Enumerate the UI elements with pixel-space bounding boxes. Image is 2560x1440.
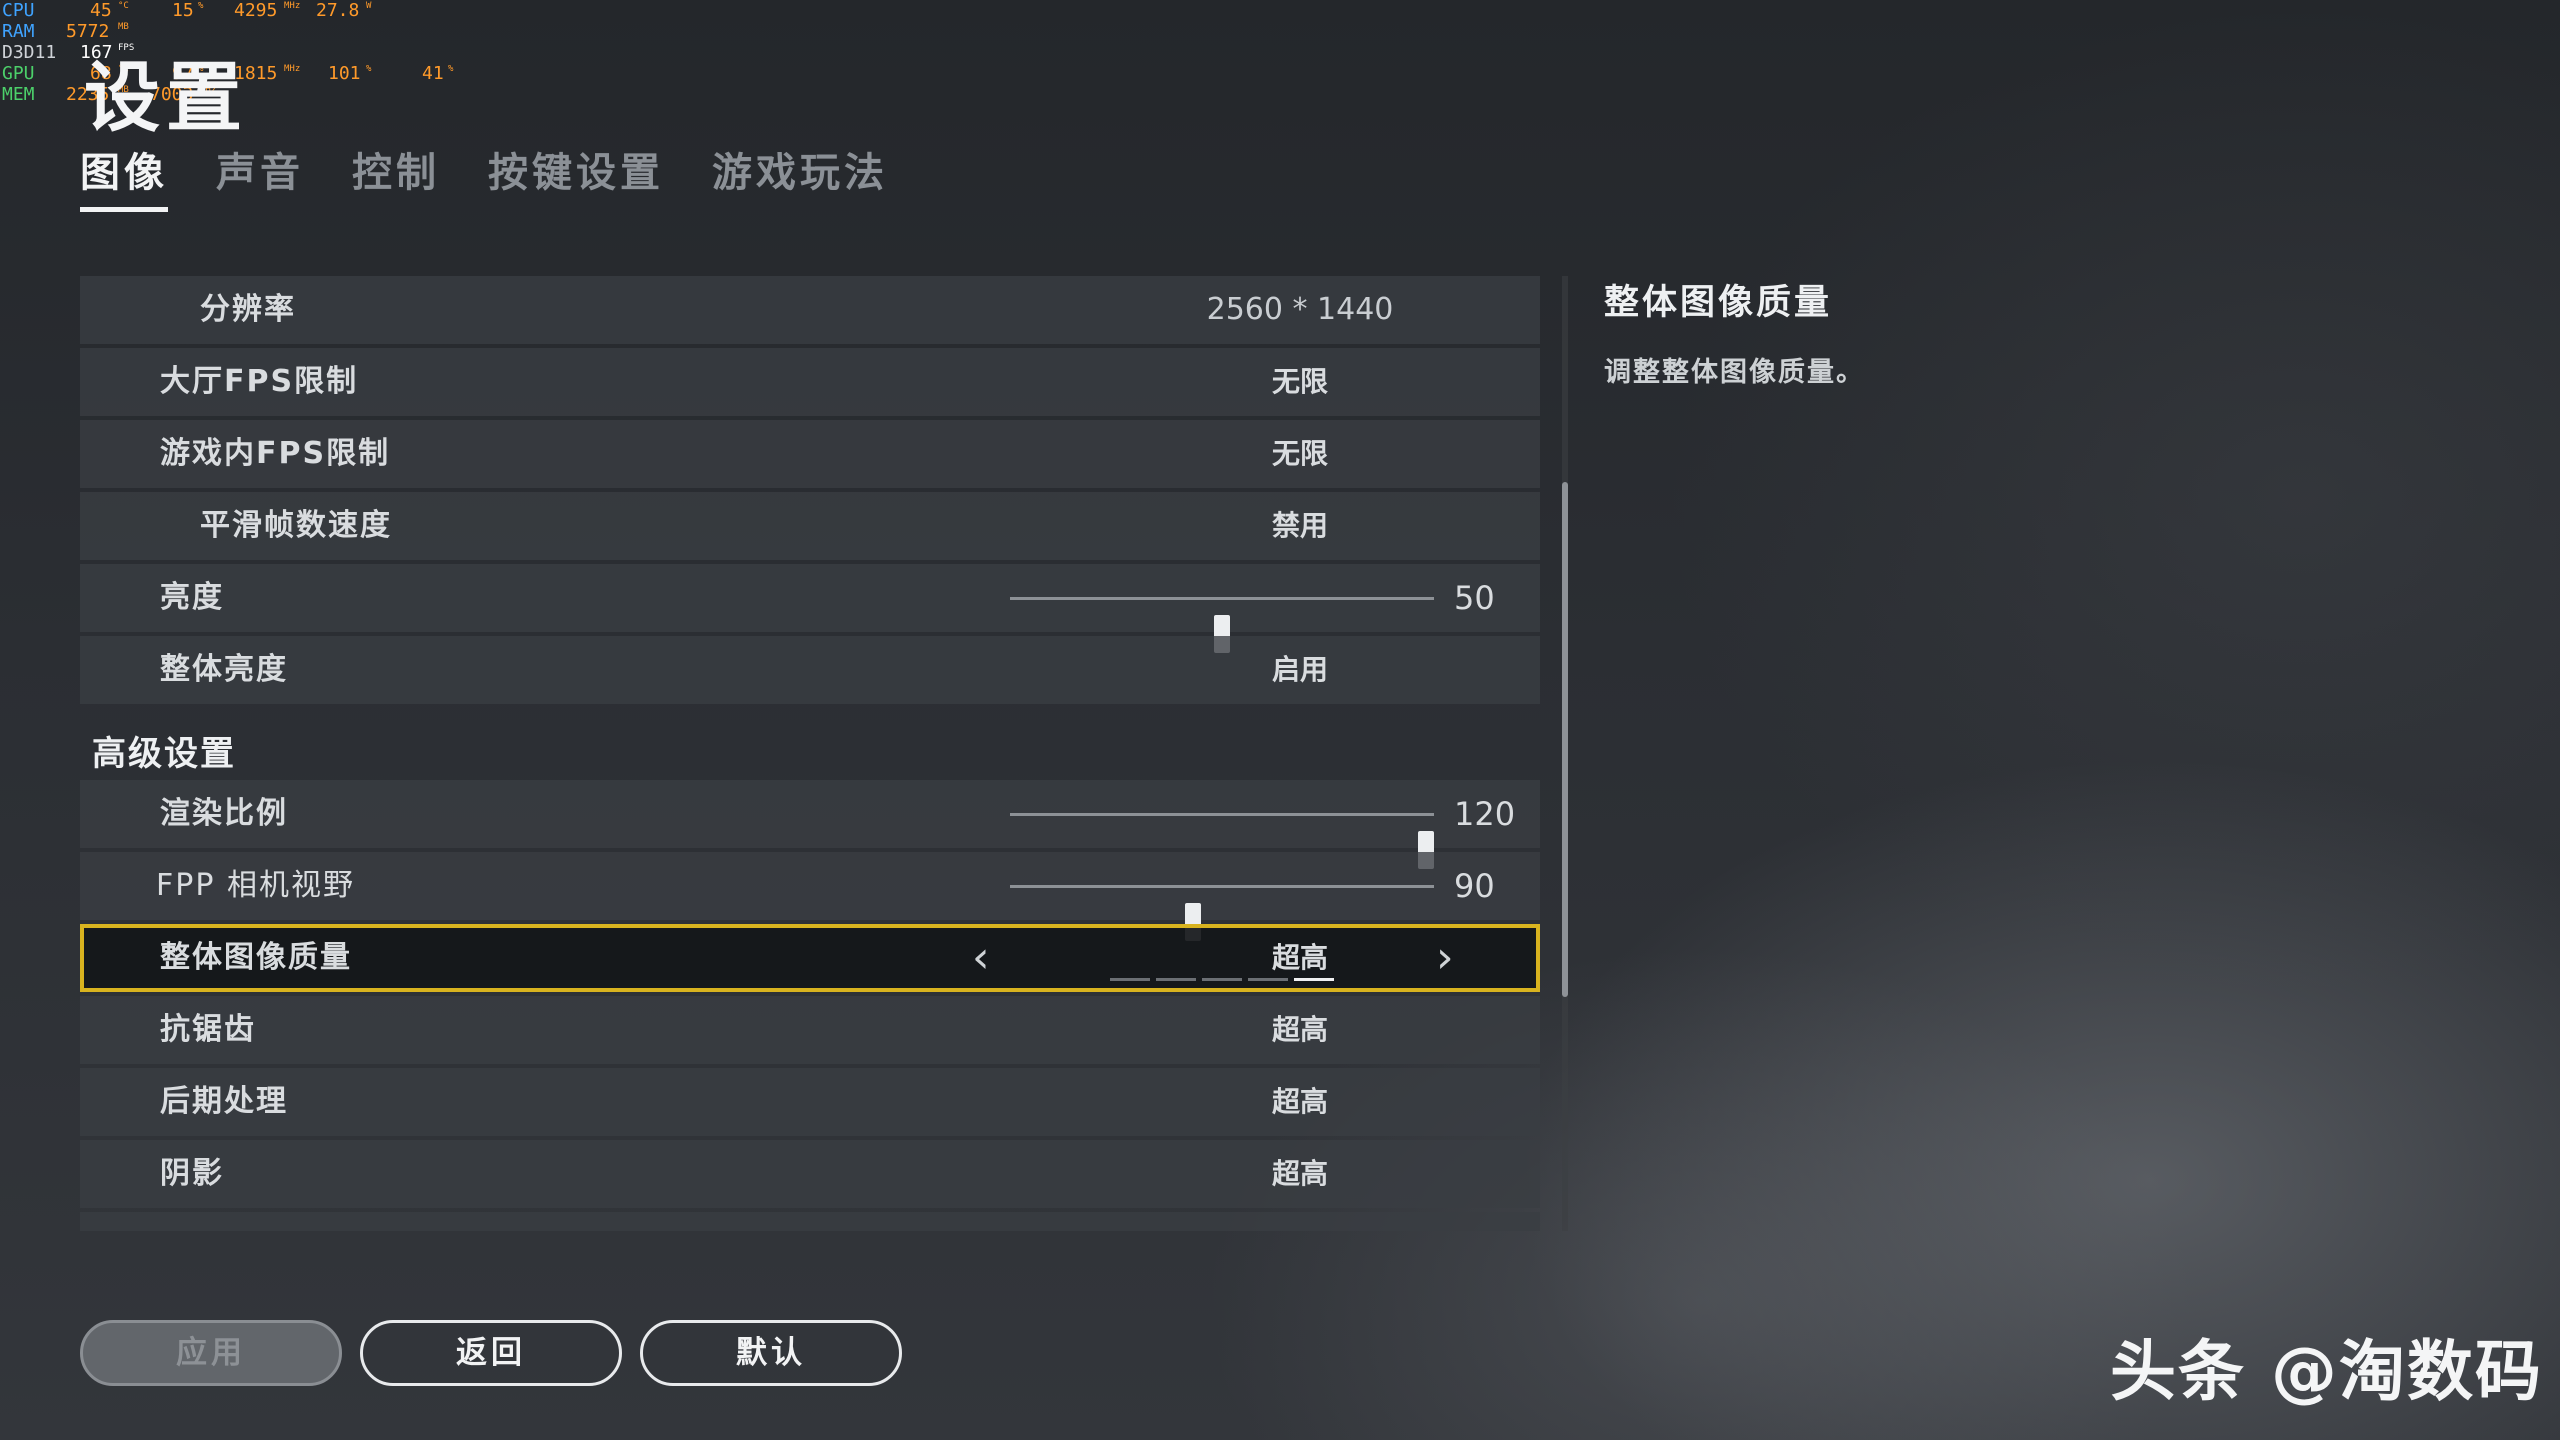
quality-step-indicator	[1110, 978, 1334, 981]
description-text: 调整整体图像质量。	[1604, 357, 1865, 388]
setting-label: 整体亮度	[160, 652, 288, 687]
setting-value: 禁用	[1271, 509, 1328, 542]
page-title: 设置	[84, 53, 248, 142]
quality-step	[1294, 978, 1334, 981]
setting-label: 游戏内FPS限制	[160, 436, 391, 471]
setting-ingame-fps-limit[interactable]: 游戏内FPS限制 无限	[80, 420, 1540, 488]
setting-post-processing[interactable]: 后期处理 超高	[80, 1068, 1540, 1136]
setting-lobby-fps-limit[interactable]: 大厅FPS限制 无限	[80, 348, 1540, 416]
setting-brightness: 亮度 50	[80, 564, 1540, 653]
apply-button[interactable]: 应用	[80, 1320, 342, 1386]
settings-list: 分辨率 2560 * 1440 大厅FPS限制 无限 游戏内FPS限制 无限 平…	[80, 276, 1542, 1231]
setting-label: 亮度	[160, 580, 224, 615]
tab-control[interactable]: 控制	[352, 140, 440, 212]
quality-step	[1156, 978, 1196, 981]
setting-anti-aliasing[interactable]: 抗锯齿 超高	[80, 996, 1540, 1064]
setting-overall-brightness[interactable]: 整体亮度 启用	[80, 636, 1540, 704]
setting-value: 无限	[1271, 437, 1328, 470]
setting-label: 整体图像质量	[160, 940, 352, 975]
setting-label: 大厅FPS限制	[160, 364, 359, 399]
section-advanced-title: 高级设置	[92, 734, 236, 774]
setting-label: 阴影	[160, 1156, 224, 1191]
setting-value: 120	[1454, 795, 1516, 833]
setting-value: 2560 * 1440	[1206, 292, 1394, 327]
back-button[interactable]: 返回	[360, 1320, 622, 1386]
quality-step	[1110, 978, 1150, 981]
default-button[interactable]: 默认	[640, 1320, 902, 1386]
setting-value: 启用	[1271, 653, 1328, 686]
quality-step	[1202, 978, 1242, 981]
setting-resolution[interactable]: 分辨率 2560 * 1440	[80, 276, 1540, 344]
setting-fpp-fov: FPP 相机视野 90	[80, 852, 1540, 941]
setting-label: FPP 相机视野	[156, 868, 355, 903]
scrollbar-thumb[interactable]	[1562, 482, 1568, 997]
tab-keybindings[interactable]: 按键设置	[488, 140, 664, 212]
setting-value: 无限	[1271, 365, 1328, 398]
render-scale-slider[interactable]	[1010, 813, 1434, 869]
tab-graphics[interactable]: 图像	[80, 140, 168, 212]
watermark: 头条 @淘数码	[2110, 1333, 2543, 1410]
setting-label: 分辨率	[200, 292, 296, 327]
chevron-right-icon[interactable]: ›	[1436, 934, 1454, 982]
setting-shadows[interactable]: 阴影 超高	[80, 1140, 1540, 1208]
brightness-slider[interactable]	[1010, 597, 1434, 653]
setting-render-scale: 渲染比例 120	[80, 780, 1540, 869]
setting-label: 后期处理	[160, 1084, 288, 1119]
setting-label: 渲染比例	[160, 796, 288, 831]
setting-value: 超高	[1271, 941, 1328, 974]
setting-smooth-frame-rate[interactable]: 平滑帧数速度 禁用	[80, 492, 1540, 560]
setting-next-row-partial[interactable]	[80, 1212, 1540, 1231]
fpp-fov-slider[interactable]	[1010, 885, 1434, 941]
tab-audio[interactable]: 声音	[216, 140, 304, 212]
setting-label: 抗锯齿	[160, 1012, 256, 1047]
setting-overall-quality[interactable]: 整体图像质量 ‹ 超高 ›	[80, 924, 1540, 992]
quality-step	[1248, 978, 1288, 981]
setting-value: 超高	[1271, 1085, 1328, 1118]
setting-label: 平滑帧数速度	[200, 508, 392, 543]
settings-scrollbar[interactable]	[1562, 276, 1568, 1231]
chevron-left-icon[interactable]: ‹	[972, 934, 990, 982]
setting-value: 超高	[1271, 1157, 1328, 1190]
settings-tabs: 图像 声音 控制 按键设置 游戏玩法	[80, 140, 888, 212]
setting-value: 90	[1454, 867, 1495, 905]
tab-gameplay[interactable]: 游戏玩法	[712, 140, 888, 212]
setting-value: 超高	[1271, 1013, 1328, 1046]
setting-value: 50	[1454, 579, 1495, 617]
description-title: 整体图像质量	[1604, 283, 1833, 323]
